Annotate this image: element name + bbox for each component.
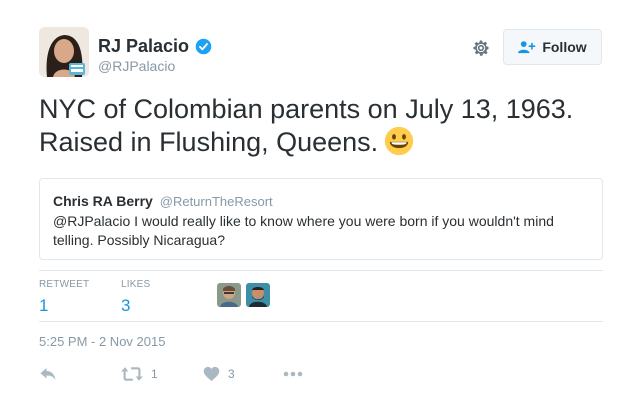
follow-button[interactable]: Follow <box>503 29 602 65</box>
liker-avatar[interactable] <box>246 283 270 307</box>
retweet-stat-label: RETWEET <box>39 279 90 290</box>
quoted-author: Chris RA Berry @ReturnTheResort <box>53 193 273 209</box>
author-name[interactable]: RJ Palacio <box>98 36 212 57</box>
retweet-count: 1 <box>151 367 158 381</box>
tweet-text-content: NYC of Colombian parents on July 13, 196… <box>39 94 574 157</box>
likes-stat-value: 3 <box>121 296 131 315</box>
like-button[interactable]: 3 <box>203 364 235 384</box>
author-avatar-icon <box>39 27 89 77</box>
like-count: 3 <box>228 367 235 381</box>
retweet-stat[interactable]: RETWEET 1 <box>39 279 89 316</box>
grinning-face-icon <box>385 126 414 156</box>
quoted-tweet[interactable]: Chris RA Berry @ReturnTheResort @RJPalac… <box>39 178 603 260</box>
reply-button[interactable] <box>39 364 57 384</box>
author-handle[interactable]: @RJPalacio <box>98 58 175 74</box>
follow-label: Follow <box>542 39 587 55</box>
tweet-timestamp[interactable]: 5:25 PM - 2 Nov 2015 <box>39 334 165 349</box>
more-dots-icon <box>283 371 303 377</box>
liker-avatar[interactable] <box>217 283 241 307</box>
divider <box>39 270 603 271</box>
retweet-button[interactable]: 1 <box>121 364 158 384</box>
divider <box>39 321 603 322</box>
quoted-text: @RJPalacio I would really like to know w… <box>53 213 554 248</box>
liker-avatar-icon <box>246 283 270 307</box>
verified-badge-icon <box>195 38 212 55</box>
tweet-text: NYC of Colombian parents on July 13, 196… <box>39 93 609 159</box>
author-name-text: RJ Palacio <box>98 36 190 56</box>
liker-avatar-icon <box>217 283 241 307</box>
gear-icon[interactable] <box>471 38 491 58</box>
heart-icon <box>203 366 220 382</box>
more-options-button[interactable] <box>283 364 303 384</box>
reply-icon <box>40 368 56 380</box>
retweet-icon <box>121 367 143 381</box>
likes-stat[interactable]: LIKES 3 <box>121 279 150 316</box>
quoted-author-name: Chris RA Berry <box>53 193 153 209</box>
add-user-icon <box>518 41 536 54</box>
retweet-stat-value: 1 <box>39 296 49 315</box>
likes-stat-label: LIKES <box>121 279 151 290</box>
quoted-author-handle: @ReturnTheResort <box>159 194 273 209</box>
author-avatar[interactable] <box>39 27 89 77</box>
